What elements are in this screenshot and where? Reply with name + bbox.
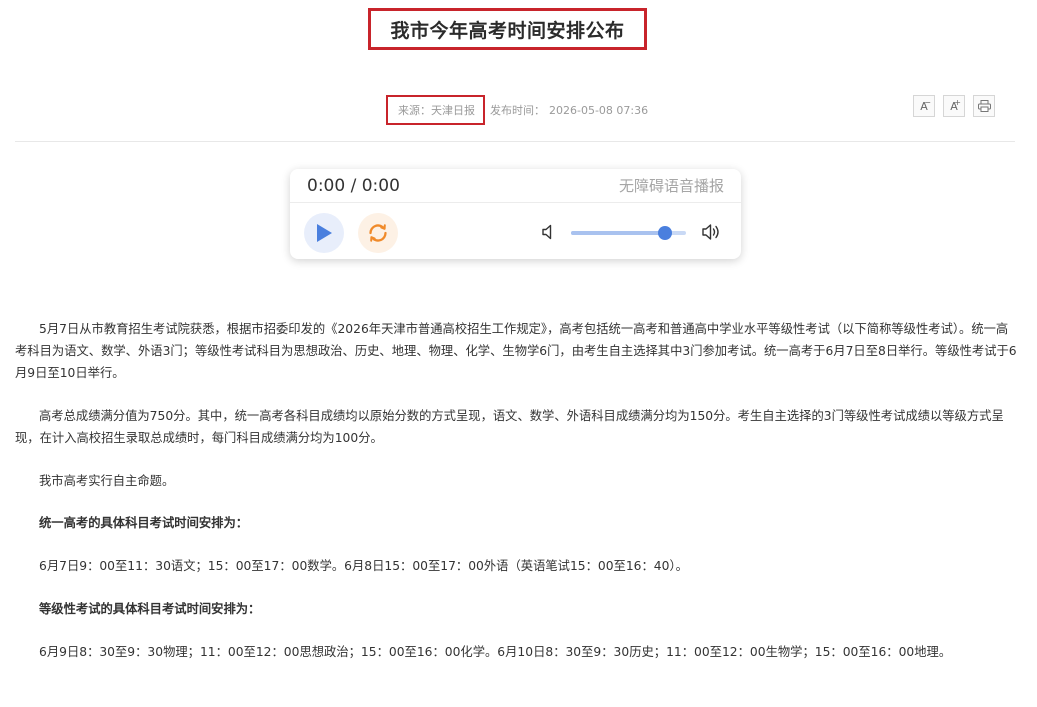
publish-time-label: 发布时间：: [490, 104, 545, 117]
publish-time-value: 2026-05-08 07:36: [549, 104, 649, 117]
paragraph-graded-exam-schedule: 6月9日8：30至9：30物理；11：00至12：00思想政治；15：00至16…: [39, 645, 952, 659]
volume-slider[interactable]: [571, 226, 686, 240]
article-tools: A − A +: [913, 95, 995, 117]
volume-fill: [571, 231, 666, 235]
article-body: 5月7日从市教育招生考试院获悉，根据市招委印发的《2026年天津市普通高校招生工…: [15, 318, 1017, 663]
player-time: 0:00 / 0:00: [307, 175, 400, 196]
volume-low-icon[interactable]: [541, 224, 557, 240]
audio-player: 0:00 / 0:00 无障碍语音播报: [290, 169, 741, 259]
font-smaller-sup: −: [924, 98, 931, 107]
play-button[interactable]: [304, 213, 344, 253]
source-label: 来源：天津日报: [398, 104, 475, 117]
paragraph-total-score: 高考总成绩满分值为750分。其中，统一高考各科目成绩均以原始分数的方式呈现，语文…: [15, 409, 1004, 445]
player-info-row: 0:00 / 0:00 无障碍语音播报: [290, 169, 741, 203]
publish-time: 发布时间： 2026-05-08 07:36: [490, 102, 648, 118]
font-larger-button[interactable]: A +: [943, 95, 965, 117]
accessibility-voice-label: 无障碍语音播报: [618, 177, 724, 195]
volume-high-icon[interactable]: [701, 223, 721, 241]
source-box: 来源：天津日报: [386, 95, 485, 125]
font-larger-sup: +: [954, 98, 961, 107]
play-icon: [317, 224, 332, 242]
heading-graded-exam-schedule: 等级性考试的具体科目考试时间安排为：: [39, 602, 261, 616]
header-divider: [15, 141, 1015, 142]
print-button[interactable]: [973, 95, 995, 117]
paragraph-exam-overview: 5月7日从市教育招生考试院获悉，根据市招委印发的《2026年天津市普通高校招生工…: [15, 322, 1017, 380]
paragraph-self-proposition: 我市高考实行自主命题。: [39, 474, 175, 488]
page-title-box: 我市今年高考时间安排公布: [368, 8, 647, 50]
volume-knob[interactable]: [658, 226, 673, 240]
print-icon: [977, 100, 991, 112]
font-smaller-button[interactable]: A −: [913, 95, 935, 117]
loop-icon: [369, 224, 387, 242]
page-title: 我市今年高考时间安排公布: [390, 19, 625, 42]
heading-unified-exam-schedule: 统一高考的具体科目考试时间安排为：: [39, 516, 249, 530]
loop-button[interactable]: [358, 213, 398, 253]
article-meta: 来源：天津日报 发布时间： 2026-05-08 07:36: [386, 95, 648, 125]
paragraph-unified-exam-schedule: 6月7日9：00至11：30语文；15：00至17：00数学。6月8日15：00…: [39, 559, 688, 573]
